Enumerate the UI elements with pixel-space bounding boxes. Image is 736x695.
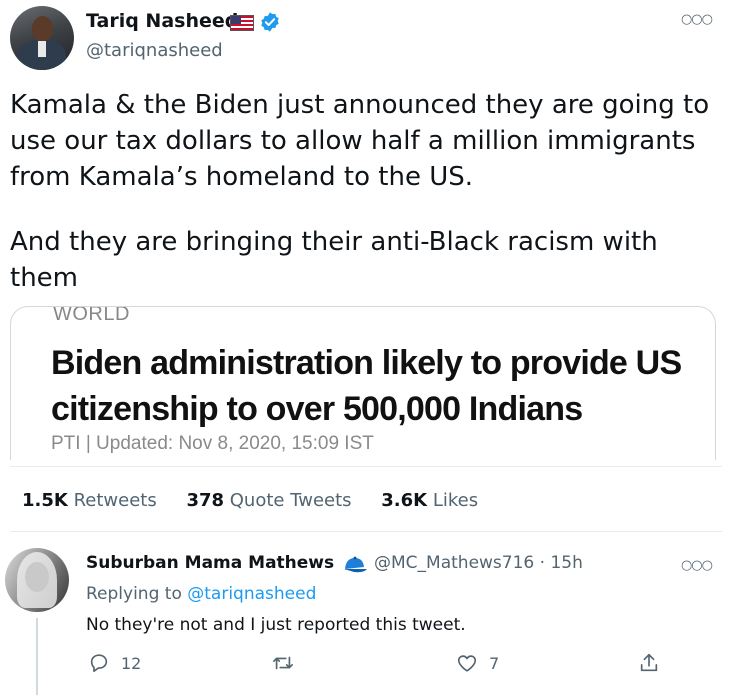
- divider: [10, 466, 722, 467]
- reply-author-name[interactable]: Suburban Mama Mathews: [86, 553, 334, 573]
- share-icon: [640, 653, 658, 672]
- retweets-stat[interactable]: 1.5K Retweets: [22, 490, 157, 511]
- avatar-head: [32, 16, 53, 41]
- more-options-icon[interactable]: ○○○: [681, 12, 713, 27]
- retweet-icon: [273, 656, 293, 670]
- engagement-stats: 1.5K Retweets 378 Quote Tweets 3.6K Like…: [22, 490, 502, 511]
- verified-badge-icon: [261, 12, 279, 32]
- blue-cap-icon: [344, 556, 367, 573]
- avatar-face: [25, 562, 49, 592]
- author-handle[interactable]: @tariqnasheed: [86, 38, 223, 64]
- quote-tweets-label: Quote Tweets: [229, 490, 352, 511]
- reply-icon: [90, 654, 108, 673]
- reply-count: 12: [121, 653, 142, 673]
- reply-author-avatar[interactable]: [5, 548, 69, 612]
- like-icon: [457, 655, 477, 672]
- reply-text: No they're not and I just reported this …: [86, 615, 466, 635]
- card-meta: PTI | Updated: Nov 8, 2020, 15:09 IST: [51, 433, 374, 454]
- retweet-action[interactable]: [272, 652, 305, 674]
- link-preview-card[interactable]: WORLD Biden administration likely to pro…: [10, 306, 716, 460]
- avatar-shirt: [38, 41, 46, 57]
- retweets-count: 1.5K: [22, 490, 68, 511]
- card-section-tag: WORLD: [53, 306, 130, 325]
- retweets-label: Retweets: [73, 490, 157, 511]
- likes-label: Likes: [432, 490, 479, 511]
- author-avatar[interactable]: [10, 6, 74, 70]
- reply-handle-time[interactable]: @MC_Mathews716 · 15h: [374, 553, 583, 573]
- thread-line: [36, 618, 38, 695]
- share-action[interactable]: [638, 652, 660, 674]
- likes-count: 3.6K: [381, 490, 428, 511]
- more-options-icon[interactable]: ○○○: [681, 558, 713, 573]
- replying-to: Replying to @tariqnasheed: [86, 584, 316, 604]
- replying-to-label: Replying to: [86, 584, 182, 604]
- likes-stat[interactable]: 3.6K Likes: [381, 490, 478, 511]
- replying-to-mention[interactable]: @tariqnasheed: [187, 584, 316, 604]
- like-count: 7: [489, 653, 500, 673]
- divider: [10, 531, 722, 532]
- reply-action[interactable]: 12: [88, 652, 141, 674]
- tweet-text-paragraph-1: Kamala & the Biden just announced they a…: [10, 90, 710, 192]
- flag-us-icon: [230, 15, 254, 31]
- tweet-text-paragraph-2: And they are bringing their anti-Black r…: [10, 227, 658, 293]
- quote-tweets-count: 378: [186, 490, 225, 511]
- author-name[interactable]: Tariq Nasheed: [86, 8, 238, 34]
- quote-tweets-stat[interactable]: 378 Quote Tweets: [186, 490, 351, 511]
- like-action[interactable]: 7: [456, 652, 499, 674]
- card-headline: Biden administration likely to provide U…: [51, 344, 682, 428]
